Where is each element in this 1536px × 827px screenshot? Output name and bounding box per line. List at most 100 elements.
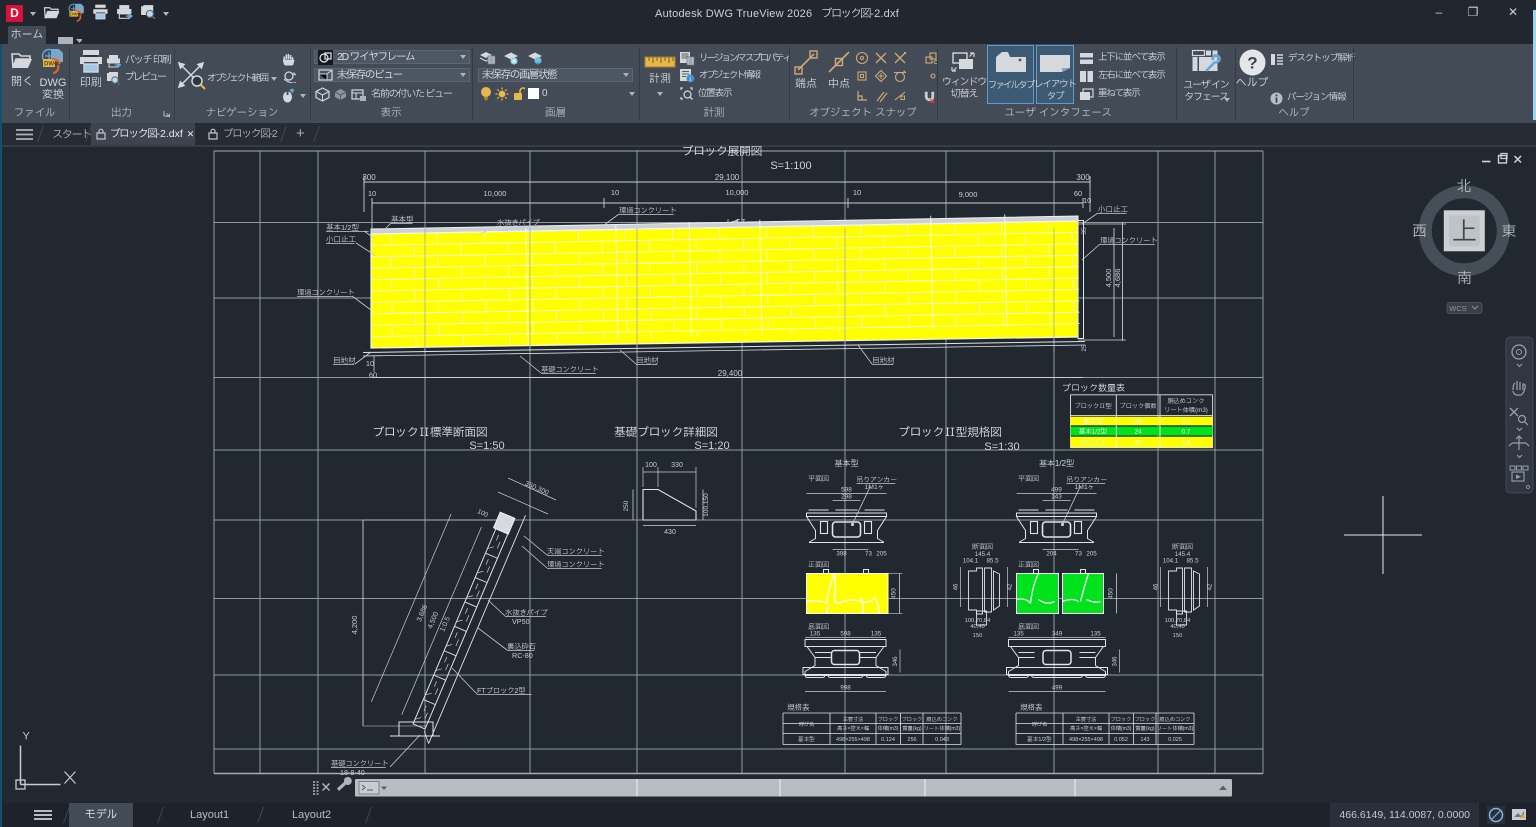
svg-text:基本1/2型: 基本1/2型 xyxy=(326,223,359,232)
svg-text:346: 346 xyxy=(1113,656,1119,667)
svg-text:小口止工: 小口止工 xyxy=(1080,440,1106,447)
svg-text:29,400: 29,400 xyxy=(718,369,743,378)
svg-text:25: 25 xyxy=(1081,344,1088,352)
svg-text:ブロック: ブロック xyxy=(1111,716,1132,723)
svg-text:10: 10 xyxy=(853,188,861,197)
svg-text:100: 100 xyxy=(476,508,489,519)
svg-text:規格表: 規格表 xyxy=(1020,703,1043,712)
svg-text:呼び名: 呼び名 xyxy=(799,721,815,728)
svg-text:裏込砕石: 裏込砕石 xyxy=(507,642,536,651)
svg-text:東: 東 xyxy=(1502,224,1517,240)
svg-text:24: 24 xyxy=(1134,429,1142,436)
svg-text:0.025: 0.025 xyxy=(1168,737,1182,743)
svg-text:リート体積(m3): リート体積(m3) xyxy=(1164,406,1208,414)
svg-text:DWG: DWG xyxy=(44,62,59,68)
svg-text:?: ? xyxy=(1247,54,1257,73)
svg-text:吊りアンカー: 吊りアンカー xyxy=(857,476,898,484)
svg-text:80: 80 xyxy=(1134,440,1142,447)
svg-text:60: 60 xyxy=(369,371,377,380)
svg-text:104.1: 104.1 xyxy=(963,558,979,565)
svg-text:質量(kg): 質量(kg) xyxy=(1135,725,1155,732)
svg-text:環境コンクリート: 環境コンクリート xyxy=(618,206,677,215)
svg-text:高さ×控え×幅: 高さ×控え×幅 xyxy=(837,725,869,732)
svg-text:体積(m3): 体積(m3) xyxy=(1110,725,1131,732)
svg-text:平面図: 平面図 xyxy=(808,475,829,483)
svg-text:水抜きパイプ: 水抜きパイプ xyxy=(505,608,549,617)
svg-text:0.043: 0.043 xyxy=(935,737,949,743)
svg-text:46: 46 xyxy=(954,583,960,590)
svg-text:呼び名: 呼び名 xyxy=(1032,721,1048,728)
svg-text:主要寸法: 主要寸法 xyxy=(1076,716,1098,723)
svg-text:WCS: WCS xyxy=(1449,304,1467,313)
svg-text:40,40: 40,40 xyxy=(1170,624,1185,630)
svg-text:南: 南 xyxy=(1457,271,1472,287)
svg-text:FTブロック2型: FTブロック2型 xyxy=(477,686,526,695)
svg-text:499: 499 xyxy=(1052,685,1063,692)
svg-text:基本1/2型: 基本1/2型 xyxy=(1079,429,1107,436)
svg-text:基本型: 基本型 xyxy=(1083,419,1102,426)
svg-text:吊りアンカー: 吊りアンカー xyxy=(1067,476,1108,484)
svg-text:4,686: 4,686 xyxy=(1113,269,1122,288)
svg-text:350,300: 350,300 xyxy=(524,480,550,497)
svg-text:3.8: 3.8 xyxy=(1182,440,1191,447)
svg-text:S=1:100: S=1:100 xyxy=(770,160,811,172)
svg-text:450: 450 xyxy=(891,588,898,599)
svg-text:環境コンクリート: 環境コンクリート xyxy=(296,288,355,297)
svg-text:S=1:20: S=1:20 xyxy=(694,440,729,452)
svg-text:胴込めコンク: 胴込めコンク xyxy=(1167,397,1204,405)
svg-text:205: 205 xyxy=(1086,551,1097,558)
svg-text:4,500: 4,500 xyxy=(427,611,440,630)
svg-text:ブロック: ブロック xyxy=(878,716,899,723)
svg-text:0.7: 0.7 xyxy=(1182,429,1191,436)
svg-text:i: i xyxy=(689,75,691,83)
svg-text:水抜きパイプ: 水抜きパイプ xyxy=(497,218,541,227)
svg-text:40,40: 40,40 xyxy=(970,624,985,630)
svg-text:430: 430 xyxy=(664,529,676,536)
svg-text:リート体積(m3): リート体積(m3) xyxy=(924,725,961,732)
svg-text:ブロック: ブロック xyxy=(902,716,923,723)
svg-text:3,686: 3,686 xyxy=(416,604,429,623)
svg-text:256: 256 xyxy=(907,737,916,743)
svg-text:ブロック: ブロック xyxy=(1135,716,1156,723)
svg-text:ブロックⅡ標準断面図: ブロックⅡ標準断面図 xyxy=(373,426,488,439)
svg-text:10: 10 xyxy=(611,188,619,197)
svg-text:目地材: 目地材 xyxy=(636,356,659,365)
svg-text:10: 10 xyxy=(368,189,376,198)
svg-text:598: 598 xyxy=(841,487,852,494)
svg-text:天端コンクリート: 天端コンクリート xyxy=(547,547,605,556)
svg-text:西: 西 xyxy=(1413,224,1428,240)
svg-text:35: 35 xyxy=(1081,227,1088,235)
svg-text:18-8-40: 18-8-40 xyxy=(340,768,365,777)
svg-text:1:0.5: 1:0.5 xyxy=(439,616,452,633)
svg-text:RC-80: RC-80 xyxy=(512,651,533,660)
svg-text:204: 204 xyxy=(1046,551,1057,558)
svg-text:29,100: 29,100 xyxy=(715,173,740,182)
svg-text:規格表: 規格表 xyxy=(787,703,810,712)
svg-text:質量(kg): 質量(kg) xyxy=(902,725,922,732)
svg-text:胴込めコンク: 胴込めコンク xyxy=(926,716,957,723)
svg-text:60: 60 xyxy=(1074,189,1082,198)
svg-text:S=1:50: S=1:50 xyxy=(469,440,504,452)
svg-text:主要寸法: 主要寸法 xyxy=(843,716,865,723)
svg-text:10: 10 xyxy=(366,359,374,368)
svg-text:上: 上 xyxy=(1452,218,1477,246)
svg-text:体積(m3): 体積(m3) xyxy=(877,725,898,732)
svg-text:135: 135 xyxy=(1090,631,1101,638)
svg-text:断面図: 断面図 xyxy=(1172,543,1193,551)
svg-text:胴込めコンク: 胴込めコンク xyxy=(1159,716,1190,723)
svg-text:182: 182 xyxy=(1133,419,1144,426)
svg-text:85.5: 85.5 xyxy=(986,558,999,565)
svg-text:ブロック個数: ブロック個数 xyxy=(1119,402,1156,410)
svg-text:基礎コンクリート: 基礎コンクリート xyxy=(331,759,389,768)
svg-text:150: 150 xyxy=(1173,633,1183,639)
svg-text:143: 143 xyxy=(1140,737,1149,743)
svg-text:小口止工: 小口止工 xyxy=(1098,205,1128,214)
svg-text:499: 499 xyxy=(1051,487,1062,494)
svg-text:高さ×控え×幅: 高さ×控え×幅 xyxy=(1070,725,1102,732)
svg-text:正面図: 正面図 xyxy=(1018,561,1039,569)
svg-text:Y: Y xyxy=(23,731,31,743)
svg-text:450: 450 xyxy=(1108,588,1115,599)
svg-text:北: 北 xyxy=(1457,179,1472,195)
svg-text:環境コンクリート: 環境コンクリート xyxy=(1099,236,1158,245)
svg-text:498×255×498: 498×255×498 xyxy=(836,737,870,743)
